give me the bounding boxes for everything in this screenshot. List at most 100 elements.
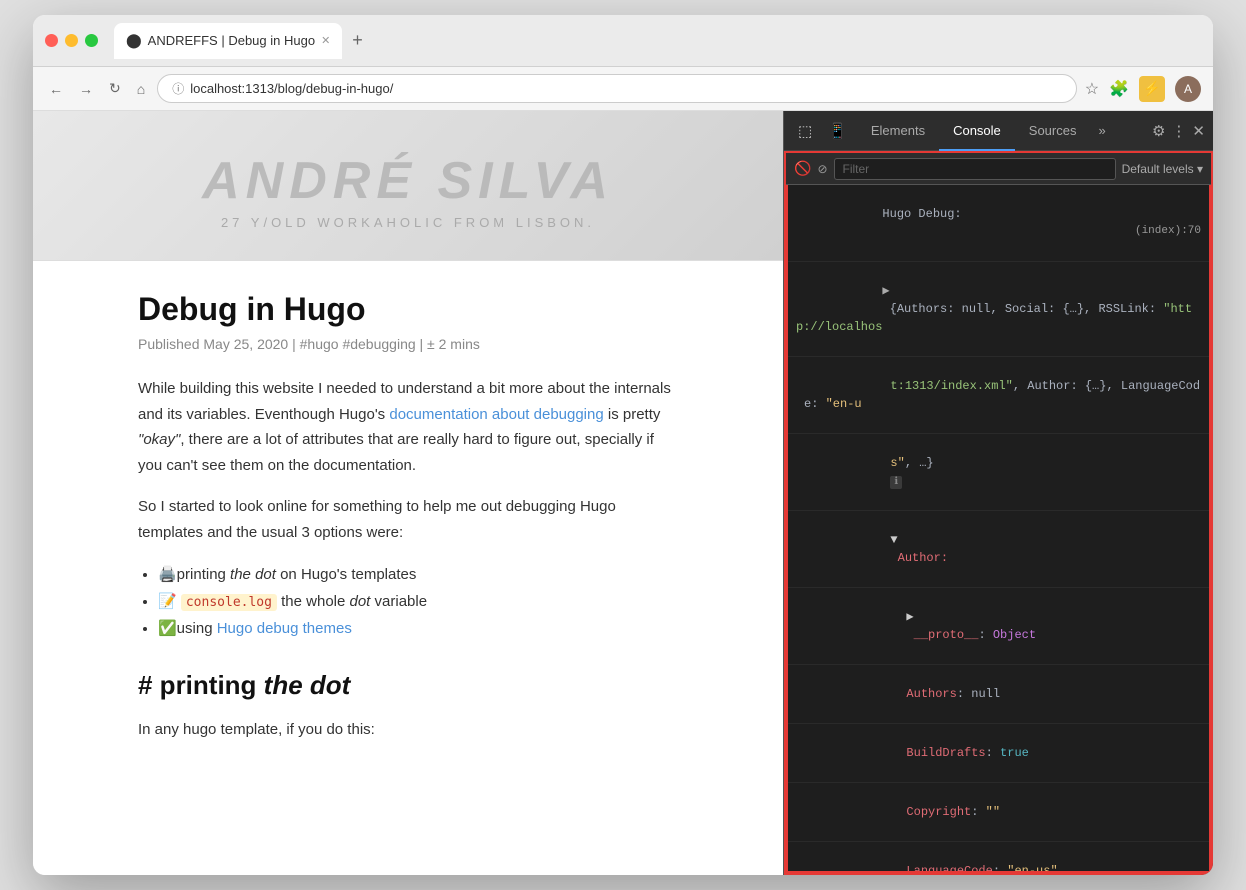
github-icon: ⬤ [126,32,142,49]
devtools-panel: ⬚ 📱 Elements Console Sources » ⚙ ⋮ ✕ [783,111,1213,875]
hugo-debug-themes-link[interactable]: Hugo debug themes [217,620,352,637]
minimize-button[interactable] [65,34,78,47]
section-heading: # printing the dot [138,670,678,701]
intro-text-2: is pretty [608,406,661,423]
console-rsslink-url: t:1313/index.xml" [890,379,1012,393]
blog-post-meta: Published May 25, 2020 | #hugo #debuggin… [138,336,678,352]
console-copyright-key: Copyright [906,805,971,819]
traffic-lights [45,34,98,47]
devtools-toolbar: ⬚ 📱 Elements Console Sources » ⚙ ⋮ ✕ [784,111,1213,151]
reload-button[interactable]: ↻ [105,76,125,101]
more-tabs-button[interactable]: » [1090,123,1113,138]
active-tab[interactable]: ⬤ ANDREFFS | Debug in Hugo ✕ [114,23,342,59]
console-colon-2: : [957,687,971,701]
console-line-header: Hugo Debug: (index):70 [788,185,1209,262]
clear-console-icon[interactable]: 🚫 [794,160,811,177]
url-text: localhost:1313/blog/debug-in-hugo/ [190,81,393,96]
intro-text-3: , there are a lot of attributes that are… [138,431,654,474]
home-button[interactable]: ⌂ [133,77,149,101]
tab-close-button[interactable]: ✕ [321,34,330,47]
console-colon-3: : [986,746,1000,760]
console-filter-input[interactable] [834,158,1116,180]
back-button[interactable]: ← [45,77,67,101]
tab-console[interactable]: Console [939,111,1015,151]
console-line-object-preview-3: s", …} ℹ [788,434,1209,511]
info-badge: ℹ [890,476,902,489]
console-log-code: console.log [181,594,277,611]
devtools-right-icons: ⚙ ⋮ ✕ [1152,122,1205,140]
console-proto-key-1: __proto__ [906,628,978,642]
blog-content: ANDRÉ SILVA 27 Y/OLD WORKAHOLIC FROM LIS… [33,111,783,875]
blog-post-title: Debug in Hugo [138,291,678,328]
console-author-key: Author: [890,551,948,565]
browser-window: ⬤ ANDREFFS | Debug in Hugo ✕ + ← → ↻ ⌂ ⓘ… [33,15,1213,875]
console-object-preview: {Authors: null, Social: {…}, RSSLink: "h… [796,302,1192,334]
console-line-proto1: ▶ __proto__: Object [788,588,1209,665]
address-bar: ← → ↻ ⌂ ⓘ localhost:1313/blog/debug-in-h… [33,67,1213,111]
list-item-2-em: dot [350,593,371,610]
device-icon[interactable]: 📱 [822,118,853,144]
list-item-2: 📝 console.log the whole dot variable [158,588,678,615]
blog-tagline: 27 Y/OLD WORKAHOLIC FROM LISBON. [53,215,763,230]
console-line-object-preview: ▶ {Authors: null, Social: {…}, RSSLink: … [788,262,1209,357]
list-item-3-pre: ✅using [158,620,217,637]
list-item-1-text: 🖨️printing [158,566,230,583]
browser-icons: ☆ 🧩 ⚡ A [1085,76,1201,102]
bookmark-icon[interactable]: ☆ [1085,79,1099,99]
settings-icon[interactable]: ⚙ [1152,122,1165,140]
devtools-tabs: Elements Console Sources » [857,111,1148,151]
proto-expand-arrow-1[interactable]: ▶ [906,610,913,624]
inspect-icon[interactable]: ⬚ [792,118,818,144]
default-levels-dropdown[interactable]: Default levels ▾ [1122,162,1203,176]
devtools-highlighted-area: 🚫 ⊘ Default levels ▾ Hugo Debug: (index)… [784,151,1213,875]
blog-body: Debug in Hugo Published May 25, 2020 | #… [98,261,718,789]
new-tab-button[interactable]: + [348,30,367,51]
blog-intro-paragraph: While building this website I needed to … [138,376,678,478]
tab-elements[interactable]: Elements [857,111,939,151]
console-filter-bar: 🚫 ⊘ Default levels ▾ [786,153,1211,185]
url-bar[interactable]: ⓘ localhost:1313/blog/debug-in-hugo/ [157,74,1077,103]
console-authors-key: Authors [906,687,956,701]
blog-options-list: 🖨️printing the dot on Hugo's templates 📝… [158,561,678,642]
forward-button[interactable]: → [75,77,97,101]
documentation-link[interactable]: documentation about debugging [389,406,603,423]
section-heading-pre: # printing [138,670,264,700]
console-authors-value: null [971,687,1000,701]
list-item-1-end: on Hugo's templates [276,566,416,583]
console-object-close: , …} [905,456,941,470]
blog-intro-p2: So I started to look online for somethin… [138,494,678,545]
blog-section-p: In any hugo template, if you do this: [138,717,678,743]
intro-em: "okay" [138,431,180,448]
console-line-authors: Authors: null [788,665,1209,724]
console-colon-4: : [971,805,985,819]
user-avatar[interactable]: A [1175,76,1201,102]
section-heading-em: the dot [264,670,351,700]
tab-sources[interactable]: Sources [1015,111,1091,151]
console-langcode-value: "en-us" [1007,864,1057,873]
console-label: Hugo Debug: [882,207,968,221]
maximize-button[interactable] [85,34,98,47]
console-builddrafts-key: BuildDrafts [906,746,985,760]
console-lang-code-end: s" [890,456,904,470]
console-builddrafts-value: true [1000,746,1029,760]
console-line-copyright: Copyright: "" [788,783,1209,842]
console-line-languagecode: LanguageCode: "en-us" [788,842,1209,873]
expand-arrow[interactable]: ▶ [882,284,889,298]
title-bar: ⬤ ANDREFFS | Debug in Hugo ✕ + [33,15,1213,67]
extensions-icon[interactable]: 🧩 [1109,79,1129,99]
console-colon-5: : [993,864,1007,873]
main-area: ANDRÉ SILVA 27 Y/OLD WORKAHOLIC FROM LIS… [33,111,1213,875]
blog-author-name: ANDRÉ SILVA [53,151,763,211]
console-langcode-key: LanguageCode [906,864,992,873]
tab-title: ANDREFFS | Debug in Hugo [148,33,315,48]
console-copyright-value: "" [986,805,1000,819]
author-expand-arrow[interactable]: ▼ [890,533,897,547]
console-index: (index):70 [1135,223,1201,240]
list-item-3: ✅using Hugo debug themes [158,615,678,642]
close-devtools-icon[interactable]: ✕ [1192,122,1205,140]
close-button[interactable] [45,34,58,47]
list-item-1: 🖨️printing the dot on Hugo's templates [158,561,678,588]
list-item-2-end: the whole [277,593,350,610]
more-options-icon[interactable]: ⋮ [1171,122,1186,140]
list-item-2-pre: 📝 [158,593,181,610]
